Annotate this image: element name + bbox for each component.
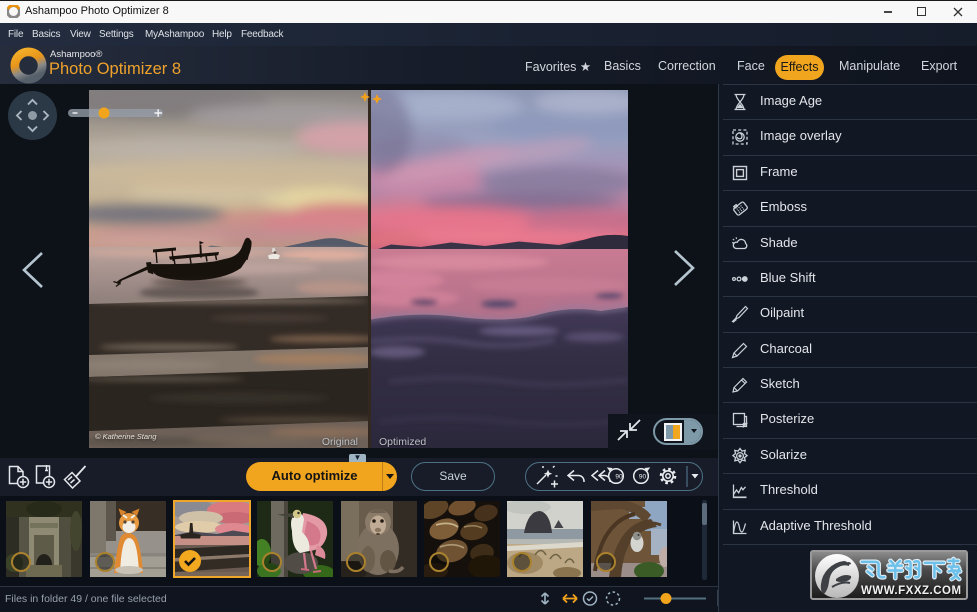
svg-text:90: 90 (639, 474, 647, 481)
svg-text:90: 90 (615, 474, 623, 481)
